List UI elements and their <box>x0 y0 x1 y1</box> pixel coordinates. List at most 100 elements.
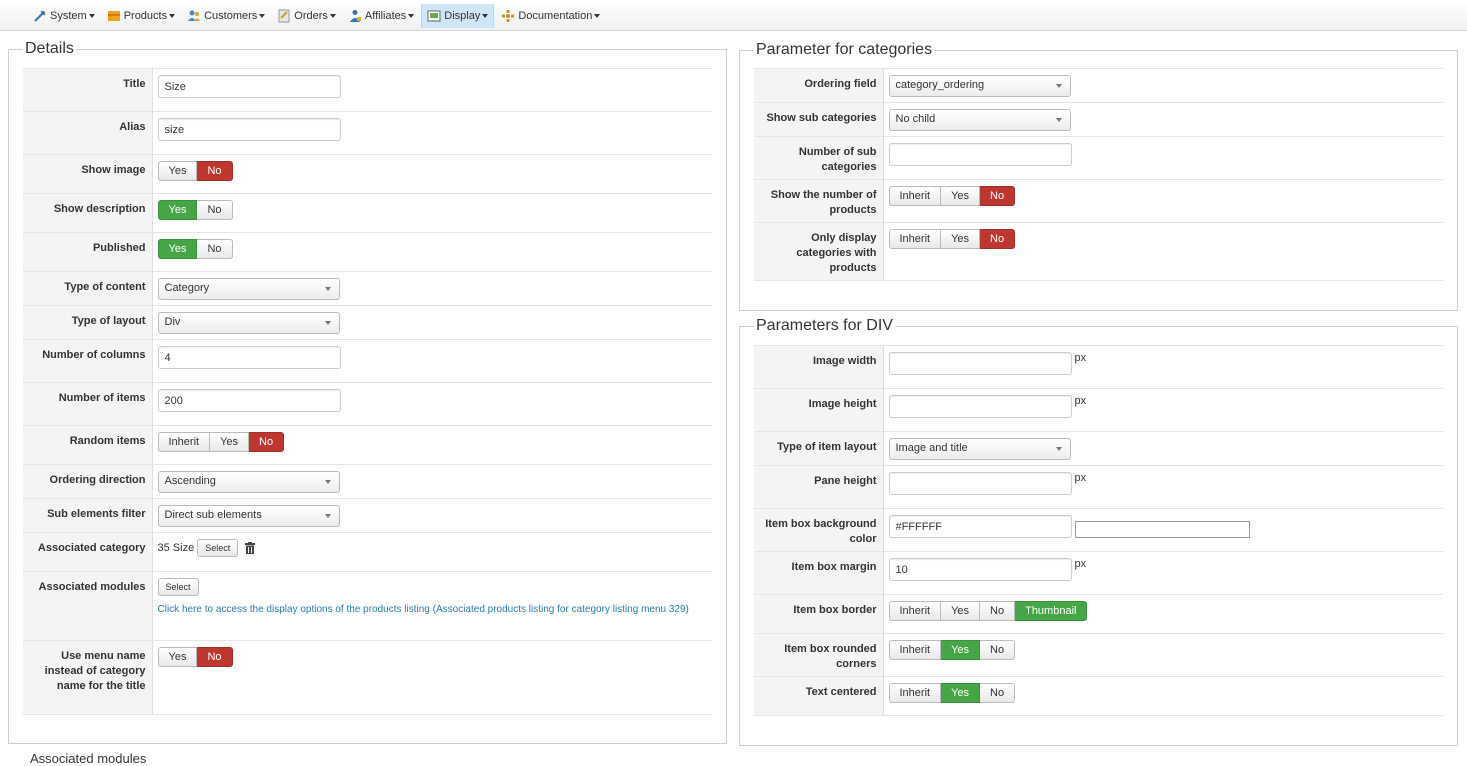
row-type-content: Type of content Category <box>23 271 712 306</box>
type-layout-select[interactable]: Div <box>157 312 340 334</box>
dropdown-arrow-icon <box>324 514 331 518</box>
main-menu: System Products Customers Orders Affilia… <box>28 4 607 28</box>
text-centered-yes-button[interactable]: Yes <box>941 683 981 703</box>
row-show-sub-categories: Show sub categories No child <box>754 102 1443 137</box>
random-no-button[interactable]: No <box>249 432 285 452</box>
item-border-yes-button[interactable]: Yes <box>941 601 981 621</box>
published-label: Published <box>23 232 153 272</box>
show-number-products-yes-button[interactable]: Yes <box>941 186 981 206</box>
row-item-border: Item box border Inherit Yes No Thumbnail <box>754 594 1443 634</box>
row-bg-color: Item box background color <box>754 508 1443 552</box>
show-image-no-button[interactable]: No <box>197 161 233 181</box>
item-layout-label: Type of item layout <box>754 431 884 466</box>
item-margin-input[interactable] <box>888 558 1072 581</box>
item-border-thumbnail-button[interactable]: Thumbnail <box>1015 601 1088 621</box>
categories-legend: Parameter for categories <box>756 41 933 58</box>
show-number-products-toggle: Inherit Yes No <box>888 186 1016 206</box>
menu-affiliates[interactable]: Affiliates <box>343 4 419 28</box>
associated-category-select-button[interactable]: Select <box>197 539 239 557</box>
menu-products[interactable]: Products <box>102 4 180 28</box>
show-description-toggle: Yes No <box>157 200 233 220</box>
rounded-corners-yes-button[interactable]: Yes <box>941 640 981 660</box>
only-display-label: Only display categories with products <box>754 222 884 281</box>
sub-filter-value: Direct sub elements <box>164 509 262 521</box>
ordering-direction-select[interactable]: Ascending <box>157 471 340 493</box>
item-border-label: Item box border <box>754 594 884 634</box>
row-rounded-corners: Item box rounded corners Inherit Yes No <box>754 633 1443 677</box>
row-item-margin: Item box margin px <box>754 551 1443 595</box>
item-border-inherit-button[interactable]: Inherit <box>888 601 942 621</box>
show-sub-categories-select[interactable]: No child <box>888 109 1071 131</box>
show-number-products-inherit-button[interactable]: Inherit <box>888 186 942 206</box>
menu-name-yes-button[interactable]: Yes <box>157 647 198 667</box>
pane-height-input[interactable] <box>888 472 1072 495</box>
show-image-yes-button[interactable]: Yes <box>157 161 198 181</box>
menu-name-no-button[interactable]: No <box>197 647 233 667</box>
associated-modules-select-button[interactable]: Select <box>157 578 199 596</box>
rounded-corners-no-button[interactable]: No <box>980 640 1016 660</box>
item-border-toggle: Inherit Yes No Thumbnail <box>888 601 1088 621</box>
show-number-products-label: Show the number of products <box>754 179 884 223</box>
image-height-input[interactable] <box>888 395 1072 418</box>
menu-display-label: Display <box>444 10 481 22</box>
only-display-no-button[interactable]: No <box>980 229 1016 249</box>
show-description-no-button[interactable]: No <box>197 200 233 220</box>
ordering-direction-label: Ordering direction <box>23 464 153 499</box>
ordering-field-value: category_ordering <box>895 79 985 91</box>
published-yes-button[interactable]: Yes <box>157 239 198 259</box>
associated-modules-label: Associated modules <box>23 571 153 641</box>
text-centered-inherit-button[interactable]: Inherit <box>888 683 942 703</box>
associated-category-value: 35 Size <box>157 542 195 554</box>
chevron-down-icon <box>482 14 489 18</box>
show-number-products-no-button[interactable]: No <box>980 186 1016 206</box>
sub-filter-select[interactable]: Direct sub elements <box>157 505 340 527</box>
random-yes-button[interactable]: Yes <box>210 432 250 452</box>
menu-system[interactable]: System <box>28 4 100 28</box>
type-content-select[interactable]: Category <box>157 278 340 300</box>
text-centered-no-button[interactable]: No <box>980 683 1016 703</box>
random-inherit-button[interactable]: Inherit <box>157 432 211 452</box>
top-menu-bar: System Products Customers Orders Affilia… <box>0 0 1467 31</box>
columns-input[interactable] <box>157 346 341 369</box>
menu-affiliates-label: Affiliates <box>364 10 407 22</box>
row-random: Random items Inherit Yes No <box>23 425 712 465</box>
menu-orders[interactable]: Orders <box>272 4 341 28</box>
menu-display[interactable]: Display <box>421 4 495 28</box>
categories-table: Ordering field category_ordering Show su… <box>754 68 1443 281</box>
image-width-input[interactable] <box>888 352 1072 375</box>
bg-color-label: Item box background color <box>754 508 884 552</box>
row-item-layout: Type of item layout Image and title <box>754 431 1443 466</box>
random-label: Random items <box>23 425 153 465</box>
alias-input[interactable] <box>157 118 341 141</box>
dropdown-arrow-icon <box>1055 447 1062 451</box>
color-preview-swatch[interactable] <box>1074 521 1250 538</box>
number-sub-categories-input[interactable] <box>888 143 1072 166</box>
item-layout-select[interactable]: Image and title <box>888 438 1071 460</box>
dropdown-arrow-icon <box>324 321 331 325</box>
trash-icon[interactable] <box>245 542 256 554</box>
row-title: Title <box>23 68 712 112</box>
affiliates-icon <box>349 10 361 22</box>
row-only-display: Only display categories with products In… <box>754 222 1443 281</box>
row-number-sub-categories: Number of sub categories <box>754 136 1443 180</box>
row-show-image: Show image Yes No <box>23 154 712 194</box>
dropdown-arrow-icon <box>1055 118 1062 122</box>
only-display-inherit-button[interactable]: Inherit <box>888 229 942 249</box>
associated-modules-heading: Associated modules <box>30 751 147 766</box>
display-options-link[interactable]: Click here to access the display options… <box>158 602 703 617</box>
ordering-field-select[interactable]: category_ordering <box>888 75 1071 97</box>
menu-customers[interactable]: Customers <box>182 4 270 28</box>
title-input[interactable] <box>157 75 341 98</box>
bg-color-input[interactable] <box>888 515 1072 538</box>
row-associated-category: Associated category 35 Size Select <box>23 532 712 572</box>
pane-height-unit: px <box>1074 472 1087 484</box>
row-ordering-direction: Ordering direction Ascending <box>23 464 712 499</box>
items-input[interactable] <box>157 389 341 412</box>
show-description-yes-button[interactable]: Yes <box>157 200 198 220</box>
only-display-yes-button[interactable]: Yes <box>941 229 981 249</box>
rounded-corners-inherit-button[interactable]: Inherit <box>888 640 942 660</box>
published-no-button[interactable]: No <box>197 239 233 259</box>
div-legend: Parameters for DIV <box>756 317 893 334</box>
menu-documentation[interactable]: Documentation <box>496 4 605 28</box>
item-border-no-button[interactable]: No <box>980 601 1016 621</box>
